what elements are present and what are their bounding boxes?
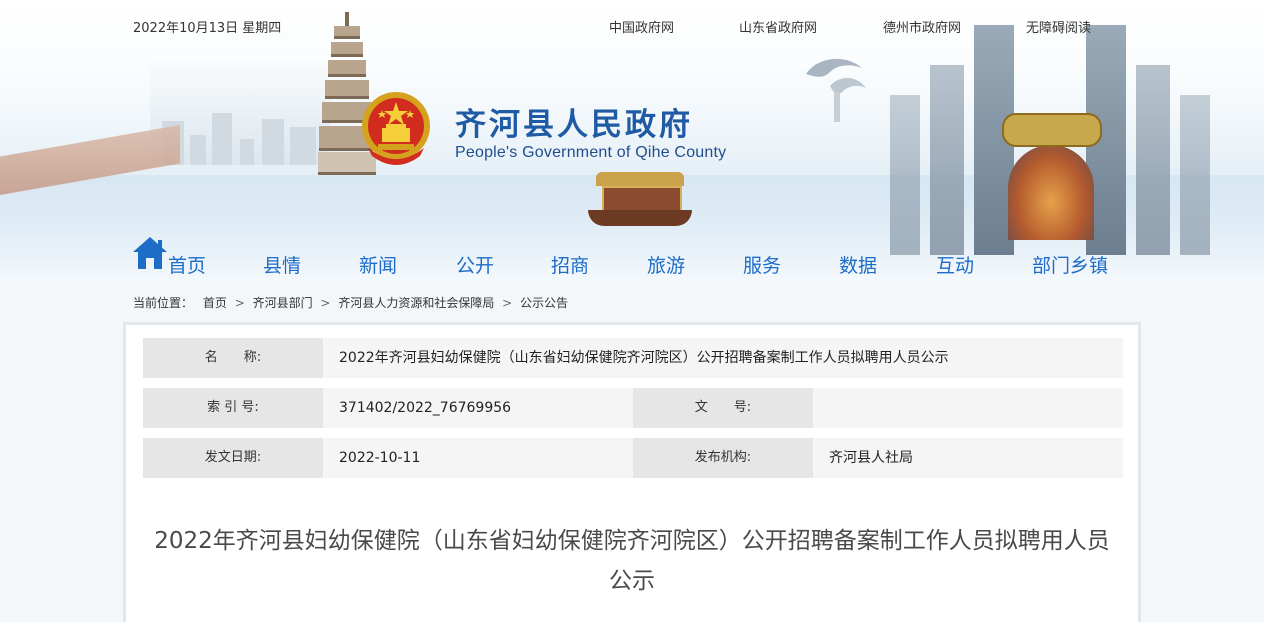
- meta-value-org: 齐河县人社局: [813, 438, 1123, 478]
- article-title-line2: 公示: [609, 568, 655, 594]
- meta-value-date: 2022-10-11: [323, 438, 633, 478]
- breadcrumb-item-notices[interactable]: 公示公告: [520, 294, 568, 311]
- nav-item-home[interactable]: 首页: [168, 251, 206, 278]
- link-shandong-gov[interactable]: 山东省政府网: [739, 17, 817, 36]
- breadcrumb-separator: >: [320, 296, 331, 310]
- breadcrumb: 当前位置： 首页 > 齐河县部门 > 齐河县人力资源和社会保障局 > 公示公告: [133, 294, 568, 311]
- national-emblem-icon: [362, 92, 430, 165]
- nav-item-departments[interactable]: 部门乡镇: [1032, 251, 1108, 278]
- meta-row-index: 索 引 号: 371402/2022_76769956 文 号:: [143, 388, 1123, 428]
- link-accessible-reading[interactable]: 无障碍阅读: [1026, 17, 1091, 36]
- top-bar: 2022年10月13日 星期四 中国政府网 山东省政府网 德州市政府网 无障碍阅…: [0, 0, 1264, 40]
- breadcrumb-prefix: 当前位置：: [133, 296, 194, 310]
- nav-item-public[interactable]: 公开: [456, 251, 494, 278]
- meta-label-index: 索 引 号:: [143, 388, 323, 428]
- meta-value-name: 2022年齐河县妇幼保健院（山东省妇幼保健院齐河院区）公开招聘备案制工作人员拟聘…: [323, 338, 1123, 378]
- article-title-line1: 2022年齐河县妇幼保健院（山东省妇幼保健院齐河院区）公开招聘备案制工作人员拟聘…: [154, 528, 1110, 554]
- nav-item-data[interactable]: 数据: [839, 251, 877, 278]
- article-panel: 名 称: 2022年齐河县妇幼保健院（山东省妇幼保健院齐河院区）公开招聘备案制工…: [123, 322, 1141, 622]
- dolphin-sculpture: [806, 58, 866, 122]
- meta-label-docno: 文 号:: [633, 388, 813, 428]
- meta-label-date: 发文日期:: [143, 438, 323, 478]
- meta-row-name: 名 称: 2022年齐河县妇幼保健院（山东省妇幼保健院齐河院区）公开招聘备案制工…: [143, 338, 1123, 378]
- link-china-gov[interactable]: 中国政府网: [609, 17, 674, 36]
- meta-label-name: 名 称:: [143, 338, 323, 378]
- nav-item-tourism[interactable]: 旅游: [647, 251, 685, 278]
- main-nav: 首页 县情 新闻 公开 招商 旅游 服务 数据 互动 部门乡镇: [0, 234, 1264, 278]
- meta-label-org: 发布机构:: [633, 438, 813, 478]
- link-dezhou-gov[interactable]: 德州市政府网: [883, 17, 961, 36]
- nav-item-services[interactable]: 服务: [743, 251, 781, 278]
- breadcrumb-item-hr-bureau[interactable]: 齐河县人力资源和社会保障局: [338, 294, 494, 311]
- top-links: 中国政府网 山东省政府网 德州市政府网 无障碍阅读: [0, 17, 1264, 36]
- castle-illustration: [890, 25, 1210, 255]
- nav-item-investment[interactable]: 招商: [551, 251, 589, 278]
- site-subtitle: People's Government of Qihe County: [455, 144, 727, 161]
- nav-item-county-info[interactable]: 县情: [263, 251, 301, 278]
- site-title: 齐河县人民政府: [455, 107, 693, 143]
- nav-item-interaction[interactable]: 互动: [936, 251, 974, 278]
- dragon-boat-illustration: [588, 172, 692, 238]
- nav-item-news[interactable]: 新闻: [359, 251, 397, 278]
- meta-value-index: 371402/2022_76769956: [323, 388, 633, 428]
- meta-value-docno: [813, 388, 1123, 428]
- breadcrumb-separator: >: [502, 296, 513, 310]
- meta-row-date: 发文日期: 2022-10-11 发布机构: 齐河县人社局: [143, 438, 1123, 478]
- breadcrumb-separator: >: [234, 296, 245, 310]
- breadcrumb-item-home[interactable]: 首页: [203, 294, 227, 311]
- article-title: 2022年齐河县妇幼保健院（山东省妇幼保健院齐河院区）公开招聘备案制工作人员拟聘…: [126, 521, 1138, 601]
- breadcrumb-item-departments[interactable]: 齐河县部门: [253, 294, 313, 311]
